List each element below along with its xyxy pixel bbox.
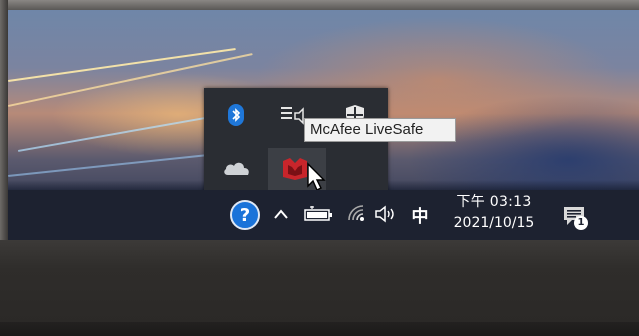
- bluetooth-icon[interactable]: [228, 104, 244, 126]
- taskbar: ? 中 下午 03:13 2021/10/15 1: [8, 190, 639, 240]
- chevron-up-icon[interactable]: [272, 204, 290, 224]
- clock-time: 下午 03:13: [456, 194, 532, 210]
- monitor-bezel-bottom: [0, 240, 639, 336]
- wallpaper-light-streak: [8, 154, 208, 177]
- wallpaper-light-streak: [17, 115, 216, 152]
- audio-manager-icon[interactable]: [280, 104, 306, 126]
- photo-frame: McAfee LiveSafe ? 中 下午 03:13 2021/10/15 …: [0, 0, 639, 336]
- ime-indicator[interactable]: 中: [408, 200, 432, 228]
- wifi-icon[interactable]: [346, 202, 368, 224]
- volume-icon[interactable]: [374, 202, 400, 226]
- taskbar-clock[interactable]: 下午 03:13 2021/10/15: [440, 192, 548, 238]
- desktop-screen: McAfee LiveSafe ? 中 下午 03:13 2021/10/15 …: [8, 10, 639, 240]
- tooltip: McAfee LiveSafe: [304, 118, 456, 142]
- notification-icon[interactable]: 1: [558, 200, 590, 232]
- monitor-bezel-top: [0, 0, 639, 10]
- clock-date: 2021/10/15: [453, 215, 535, 231]
- battery-icon[interactable]: [304, 204, 334, 224]
- onedrive-icon[interactable]: [222, 158, 252, 178]
- tray-overflow-popup: [204, 88, 388, 198]
- mouse-cursor-icon: [307, 162, 326, 191]
- help-icon-glyph: ?: [239, 204, 251, 226]
- help-icon[interactable]: ?: [230, 200, 260, 230]
- monitor-bezel-left: [0, 0, 8, 240]
- notification-badge: 1: [574, 216, 588, 230]
